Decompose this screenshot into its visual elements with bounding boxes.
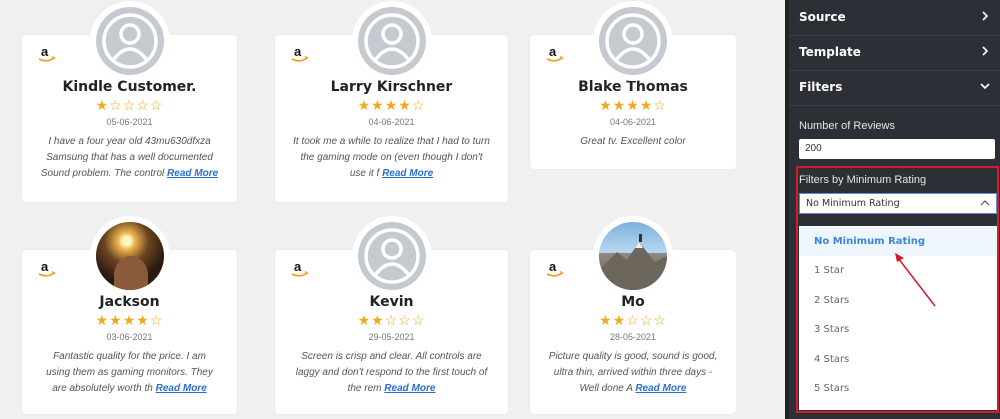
amazon-logo-icon: a [38, 259, 56, 277]
chevron-right-icon [982, 11, 989, 21]
star-rating: ★★★★☆ [357, 97, 426, 113]
min-rating-selected-value: No Minimum Rating [806, 198, 900, 209]
section-filters[interactable]: Filters [789, 70, 1000, 106]
reviewer-avatar [596, 219, 670, 293]
star-rating: ★★☆☆☆ [357, 312, 426, 328]
chevron-right-icon [982, 46, 989, 56]
reviewer-avatar [92, 4, 167, 78]
chevron-up-icon [980, 200, 990, 206]
reviewer-avatar [354, 219, 429, 293]
review-date: 04-06-2021 [609, 117, 657, 127]
svg-text:a: a [294, 44, 302, 59]
review-date: 03-06-2021 [106, 332, 153, 342]
read-more-link[interactable]: Read More [382, 168, 433, 179]
svg-text:a: a [549, 259, 557, 274]
reviewer-name: Kevin [369, 294, 414, 310]
review-text: Fantastic quality for the price. I am us… [40, 349, 219, 397]
annotation-arrow-icon [895, 253, 936, 307]
settings-sidebar: Source Template Filters Number of Review… [785, 0, 1000, 419]
read-more-link[interactable]: Read More [167, 168, 218, 179]
reviewer-name: Jackson [99, 294, 160, 310]
section-filters-label: Filters [799, 80, 843, 94]
number-of-reviews-label: Number of Reviews [799, 120, 895, 132]
review-text: It took me a while to realize that I had… [293, 134, 490, 182]
section-source-label: Source [799, 10, 846, 24]
reviewer-name: Mo [621, 294, 645, 310]
star-rating: ★★★★☆ [599, 97, 667, 113]
reviewer-name: Kindle Customer. [62, 79, 197, 95]
section-template[interactable]: Template [789, 35, 1000, 71]
amazon-logo-icon: a [38, 44, 56, 62]
review-text: Screen is crisp and clear. All controls … [293, 349, 490, 397]
min-rating-label: Filters by Minimum Rating [799, 174, 927, 186]
svg-text:a: a [41, 259, 49, 274]
svg-text:a: a [549, 44, 557, 59]
option-3-stars[interactable]: 3 Stars [799, 315, 997, 344]
review-text: Great tv. Excellent color [548, 134, 718, 150]
star-rating: ★★★★☆ [95, 312, 164, 328]
review-text: I have a four year old 43mu630dfxza Sams… [40, 134, 219, 182]
min-rating-select[interactable]: No Minimum Rating [799, 193, 997, 214]
reviewer-avatar [596, 4, 670, 78]
reviews-area: a Kindle Customer. ★☆☆☆☆ 05-06-2021 I have a… [0, 0, 785, 419]
chevron-down-icon [980, 83, 990, 90]
svg-text:a: a [41, 44, 49, 59]
read-more-link[interactable]: Read More [635, 383, 686, 394]
amazon-logo-icon: a [546, 44, 564, 62]
review-date: 04-06-2021 [368, 117, 415, 127]
section-source[interactable]: Source [789, 0, 1000, 36]
review-date: 29-05-2021 [368, 332, 415, 342]
read-more-link[interactable]: Read More [156, 383, 207, 394]
review-body: Picture quality is good, sound is good, … [548, 351, 718, 394]
review-date: 05-06-2021 [106, 117, 153, 127]
review-body: Great tv. Excellent color [580, 136, 686, 147]
read-more-link[interactable]: Read More [384, 383, 435, 394]
option-4-stars[interactable]: 4 Stars [799, 345, 997, 374]
star-rating: ★★☆☆☆ [599, 312, 667, 328]
number-of-reviews-input[interactable]: 200 [799, 139, 995, 159]
review-text: Picture quality is good, sound is good, … [548, 349, 718, 397]
option-5-stars[interactable]: 5 Stars [799, 374, 997, 403]
review-date: 28-05-2021 [609, 332, 657, 342]
section-template-label: Template [799, 45, 861, 59]
reviewer-name: Blake Thomas [578, 79, 688, 95]
reviewer-name: Larry Kirschner [330, 79, 453, 95]
reviewer-avatar [92, 219, 167, 293]
amazon-logo-icon: a [291, 44, 309, 62]
star-rating: ★☆☆☆☆ [95, 97, 164, 113]
reviewer-avatar [354, 4, 429, 78]
amazon-logo-icon: a [546, 259, 564, 277]
svg-text:a: a [294, 259, 302, 274]
amazon-logo-icon: a [291, 259, 309, 277]
